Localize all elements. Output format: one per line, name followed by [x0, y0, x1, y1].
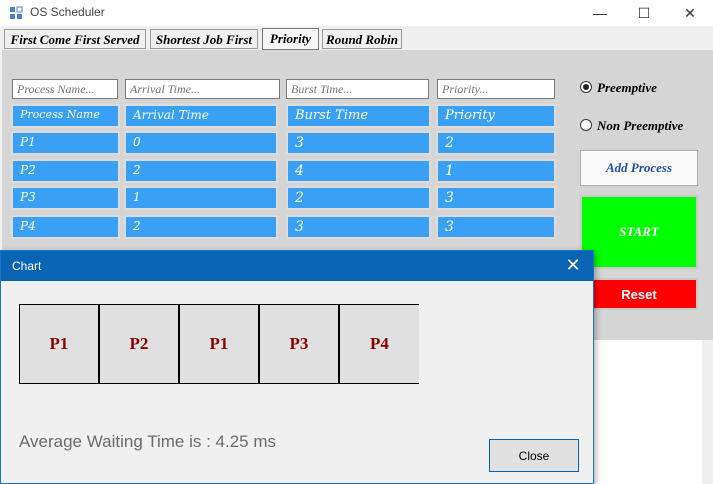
average-waiting-time: Average Waiting Time is : 4.25 ms	[19, 432, 276, 451]
cell-priority: 3	[436, 215, 556, 239]
close-icon: ✕	[684, 4, 696, 21]
tab-fcfs[interactable]: First Come First Served	[4, 29, 146, 49]
preemptive-label[interactable]: Preemptive	[597, 80, 657, 96]
tab-priority[interactable]: Priority	[262, 28, 319, 50]
gantt-block: P1	[19, 304, 99, 384]
app-icon	[9, 6, 23, 20]
cell-arrival-time: 2	[124, 215, 278, 239]
header-arrival-time: Arrival Time	[124, 104, 278, 128]
process-name-input[interactable]	[12, 79, 118, 99]
cell-arrival-time: 2	[124, 159, 278, 183]
dialog-title-bar: Chart ✕	[1, 251, 593, 281]
cell-process-name: P3	[11, 186, 120, 210]
maximize-icon: ☐	[637, 4, 651, 21]
maximize-button[interactable]: ☐	[621, 0, 667, 26]
cell-process-name: P1	[11, 131, 120, 155]
reset-button[interactable]: Reset	[580, 278, 698, 310]
background-window-edge	[702, 340, 713, 484]
arrival-time-input[interactable]	[125, 79, 280, 99]
minimize-button[interactable]: —	[577, 0, 623, 26]
tab-sjf[interactable]: Shortest Job First	[150, 29, 258, 49]
cell-process-name: P2	[11, 159, 120, 183]
title-bar: OS Scheduler — ☐ ✕	[0, 0, 713, 26]
gantt-block: P4	[339, 304, 419, 384]
priority-input[interactable]	[437, 79, 555, 99]
cell-burst-time: 3	[286, 131, 431, 155]
cell-burst-time: 4	[286, 159, 431, 183]
minimize-icon: —	[593, 5, 607, 21]
chart-dialog: Chart ✕ P1 P2 P1 P3 P4 Average Waiting T…	[0, 250, 594, 484]
start-button[interactable]: START	[580, 195, 698, 269]
cell-priority: 3	[436, 186, 556, 210]
cell-priority: 2	[436, 131, 556, 155]
non-preemptive-label[interactable]: Non Preemptive	[597, 118, 683, 134]
window-title: OS Scheduler	[30, 5, 105, 19]
gantt-block: P1	[179, 304, 259, 384]
non-preemptive-radio[interactable]	[580, 119, 592, 131]
close-window-button[interactable]: ✕	[667, 0, 713, 26]
gantt-block: P3	[259, 304, 339, 384]
close-button[interactable]: Close	[489, 439, 579, 472]
add-process-button[interactable]: Add Process	[580, 150, 698, 186]
cell-burst-time: 2	[286, 186, 431, 210]
dialog-title: Chart	[12, 259, 42, 273]
close-icon[interactable]: ✕	[563, 255, 583, 275]
cell-arrival-time: 1	[124, 186, 278, 210]
header-process-name: Process Name	[11, 104, 120, 128]
tab-round-robin[interactable]: Round Robin	[322, 29, 402, 49]
cell-process-name: P4	[11, 215, 120, 239]
cell-arrival-time: 0	[124, 131, 278, 155]
header-priority: Priority	[436, 104, 556, 128]
burst-time-input[interactable]	[286, 79, 429, 99]
gantt-block: P2	[99, 304, 179, 384]
header-burst-time: Burst Time	[286, 104, 431, 128]
preemptive-radio[interactable]	[580, 81, 592, 93]
cell-priority: 1	[436, 159, 556, 183]
cell-burst-time: 3	[286, 215, 431, 239]
